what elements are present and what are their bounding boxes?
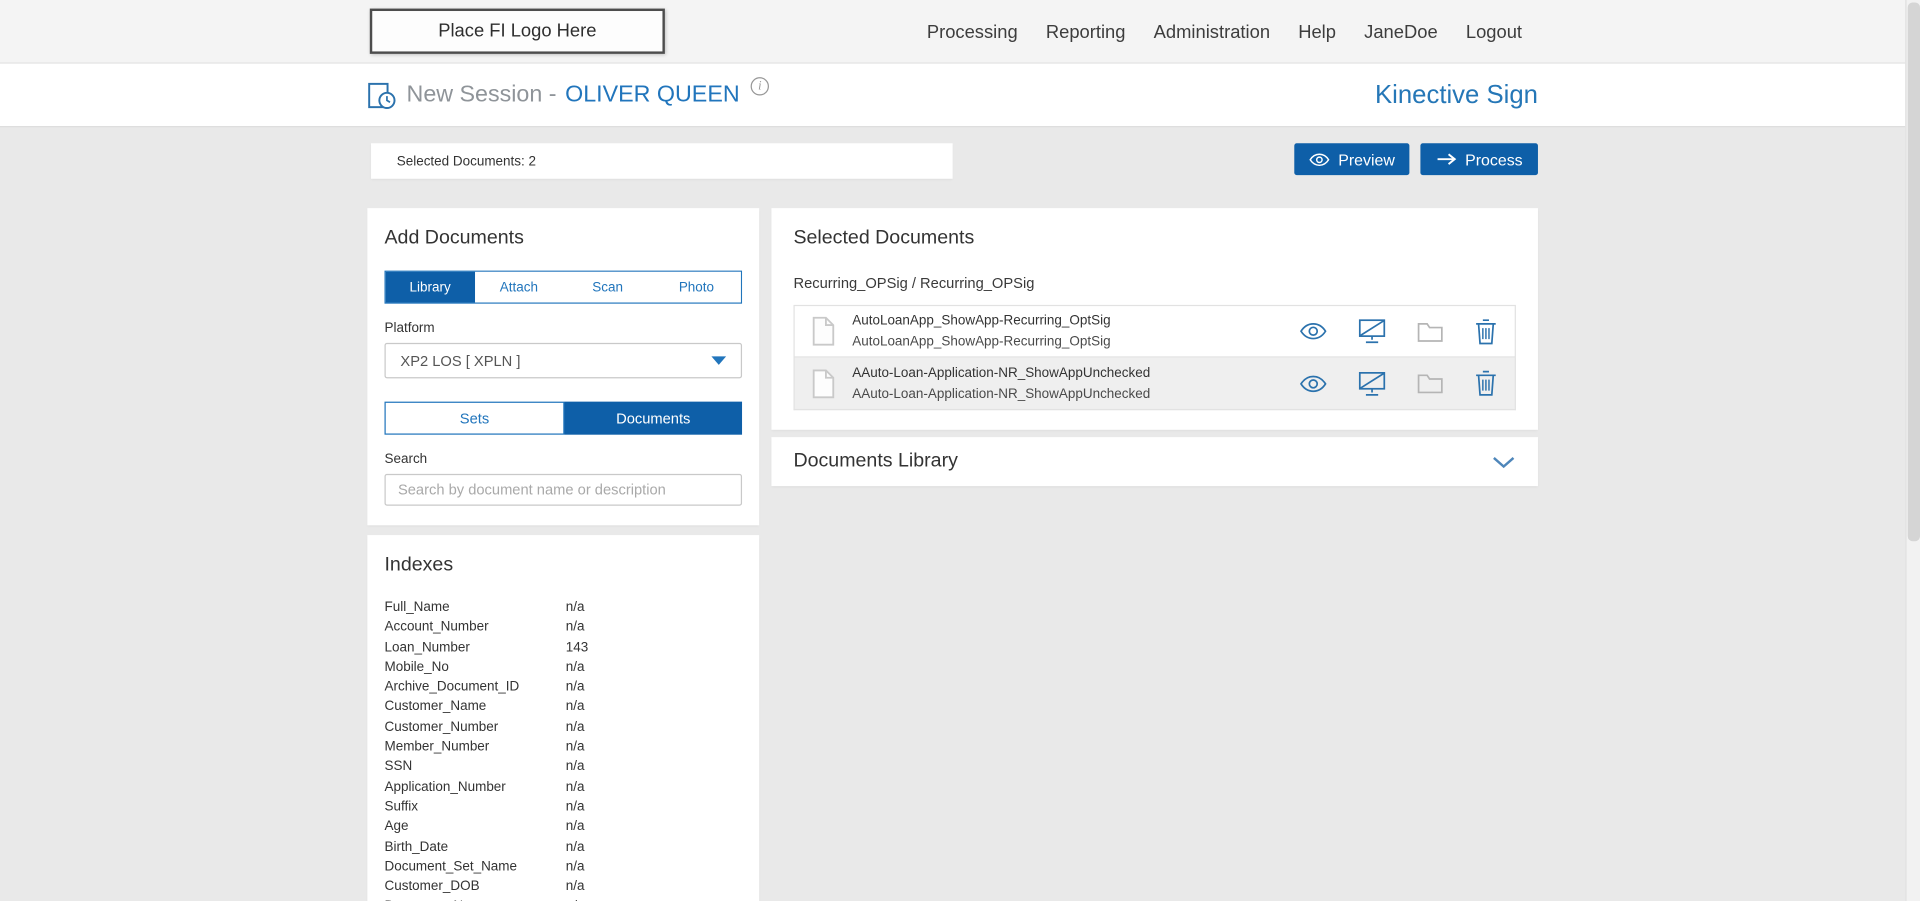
nav-processing[interactable]: Processing bbox=[927, 21, 1018, 42]
document-set-name: Recurring_OPSig / Recurring_OPSig bbox=[793, 274, 1035, 292]
index-row: Mobile_No n/a bbox=[384, 659, 585, 675]
index-row: Application_Number n/a bbox=[384, 779, 585, 795]
documents-library-title: Documents Library bbox=[793, 450, 958, 472]
search-label: Search bbox=[384, 451, 428, 467]
document-icon bbox=[812, 316, 835, 347]
platform-label: Platform bbox=[384, 320, 435, 336]
selected-documents-summary-bar: Selected Documents: 2 bbox=[371, 143, 953, 179]
platform-select-value: XP2 LOS [ XPLN ] bbox=[400, 352, 521, 370]
chevron-down-icon bbox=[711, 356, 727, 365]
index-row: Customer_Name n/a bbox=[384, 699, 585, 715]
nav-administration[interactable]: Administration bbox=[1154, 21, 1270, 42]
nav-reporting[interactable]: Reporting bbox=[1046, 21, 1126, 42]
document-actions bbox=[1299, 318, 1497, 345]
app-root: Place FI Logo Here Processing Reporting … bbox=[0, 0, 1920, 901]
tab-photo[interactable]: Photo bbox=[652, 271, 741, 303]
index-row: Member_Number n/a bbox=[384, 739, 585, 755]
index-row: Age n/a bbox=[384, 819, 585, 835]
index-row: Customer_Number n/a bbox=[384, 719, 585, 735]
page-scrollbar[interactable] bbox=[1905, 0, 1920, 901]
index-row: Suffix n/a bbox=[384, 799, 585, 815]
index-row: Birth_Date n/a bbox=[384, 839, 585, 855]
documents-library-header[interactable]: Documents Library bbox=[771, 437, 1538, 487]
indexes-panel: Indexes Full_Name n/a Account_Number n/a L… bbox=[367, 535, 760, 901]
scrollbar-thumb[interactable] bbox=[1907, 2, 1920, 542]
view-document-icon[interactable] bbox=[1299, 322, 1327, 340]
index-row: Account_Number n/a bbox=[384, 619, 585, 635]
tab-attach[interactable]: Attach bbox=[474, 271, 564, 303]
folder-icon[interactable] bbox=[1417, 320, 1444, 342]
preview-button[interactable]: Preview bbox=[1294, 143, 1410, 176]
index-row: SSN n/a bbox=[384, 759, 585, 775]
delete-trash-icon[interactable] bbox=[1474, 370, 1497, 397]
index-row: Archive_Document_ID n/a bbox=[384, 679, 585, 695]
page-header: New Session - OLIVER QUEEN i Kinective S… bbox=[0, 63, 1906, 128]
process-arrow-icon bbox=[1436, 152, 1457, 167]
no-display-monitor-icon[interactable] bbox=[1358, 318, 1386, 344]
info-icon[interactable]: i bbox=[750, 76, 770, 95]
selected-documents-count: Selected Documents: 2 bbox=[396, 153, 537, 169]
nav-help[interactable]: Help bbox=[1298, 21, 1336, 42]
delete-trash-icon[interactable] bbox=[1474, 318, 1497, 345]
fi-logo-placeholder: Place FI Logo Here bbox=[369, 8, 665, 54]
folder-icon[interactable] bbox=[1417, 372, 1444, 394]
document-row: AutoLoanApp_ShowApp-Recurring_OptSig Aut… bbox=[793, 304, 1516, 358]
sets-documents-toggle: Sets Documents bbox=[384, 401, 743, 435]
document-text: AutoLoanApp_ShowApp-Recurring_OptSig Aut… bbox=[852, 313, 1111, 349]
add-documents-tabs: Library Attach Scan Photo bbox=[384, 270, 743, 304]
document-row: AAuto-Loan-Application-NR_ShowAppUncheck… bbox=[793, 357, 1516, 411]
search-input[interactable] bbox=[384, 473, 743, 506]
toggle-documents[interactable]: Documents bbox=[564, 401, 743, 435]
nav-user[interactable]: JaneDoe bbox=[1364, 21, 1438, 42]
session-customer-link[interactable]: OLIVER QUEEN bbox=[565, 82, 740, 109]
indexes-title: Indexes bbox=[384, 554, 454, 576]
view-document-icon[interactable] bbox=[1299, 374, 1327, 392]
index-row: Customer_DOB n/a bbox=[384, 879, 585, 895]
fi-logo-text: Place FI Logo Here bbox=[438, 20, 597, 42]
nav-logout[interactable]: Logout bbox=[1466, 21, 1522, 42]
tab-library[interactable]: Library bbox=[385, 271, 475, 303]
session-history-icon bbox=[367, 81, 396, 110]
process-button[interactable]: Process bbox=[1420, 143, 1538, 176]
topbar: Place FI Logo Here Processing Reporting … bbox=[0, 0, 1906, 64]
add-documents-panel: Add Documents Library Attach Scan Photo … bbox=[367, 208, 760, 526]
index-row: Loan_Number 143 bbox=[384, 639, 589, 655]
preview-button-label: Preview bbox=[1338, 150, 1395, 169]
session-prefix-label: New Session - bbox=[406, 82, 557, 108]
tab-scan[interactable]: Scan bbox=[563, 271, 653, 303]
selected-documents-title: Selected Documents bbox=[793, 227, 975, 249]
platform-select[interactable]: XP2 LOS [ XPLN ] bbox=[384, 342, 743, 379]
preview-eye-icon bbox=[1309, 152, 1330, 166]
toggle-sets[interactable]: Sets bbox=[384, 401, 565, 435]
index-row: Document_Namen/a bbox=[384, 897, 742, 901]
top-nav: Processing Reporting Administration Help… bbox=[927, 0, 1522, 64]
document-icon bbox=[812, 368, 835, 399]
index-row: Document_Set_Name n/a bbox=[384, 859, 585, 875]
document-actions bbox=[1299, 370, 1497, 397]
process-button-label: Process bbox=[1465, 150, 1523, 169]
document-text: AAuto-Loan-Application-NR_ShowAppUncheck… bbox=[852, 365, 1151, 402]
index-row: Full_Name n/a bbox=[384, 600, 585, 615]
no-display-monitor-icon[interactable] bbox=[1358, 370, 1386, 396]
add-documents-title: Add Documents bbox=[384, 227, 524, 249]
product-brand: Kinective Sign bbox=[1375, 80, 1538, 109]
session-title: New Session - OLIVER QUEEN i bbox=[367, 64, 770, 128]
selected-documents-panel: Selected Documents Recurring_OPSig / Rec… bbox=[771, 208, 1538, 430]
expand-chevron-icon[interactable] bbox=[1491, 455, 1515, 468]
